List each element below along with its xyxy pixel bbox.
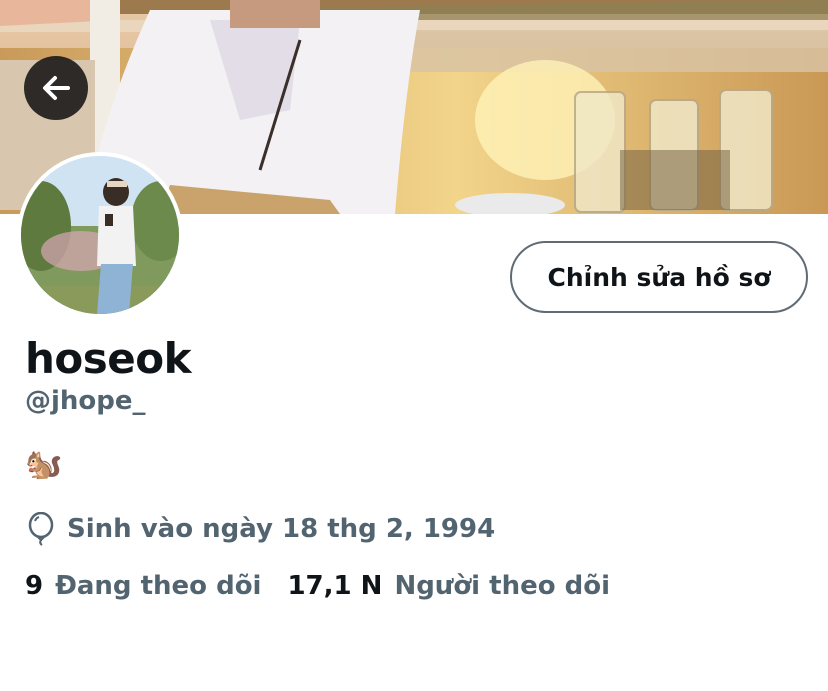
edit-profile-button[interactable]: Chỉnh sửa hồ sơ bbox=[510, 241, 808, 313]
follow-stats: 9 Đang theo dõi 17,1 N Người theo dõi bbox=[25, 571, 610, 601]
followers-label: Người theo dõi bbox=[394, 571, 611, 601]
avatar[interactable] bbox=[17, 152, 183, 318]
following-link[interactable]: 9 Đang theo dõi bbox=[25, 571, 261, 601]
back-button[interactable] bbox=[24, 56, 88, 120]
bio-text: 🐿️ bbox=[25, 448, 63, 481]
followers-link[interactable]: 17,1 N Người theo dõi bbox=[287, 571, 610, 601]
display-name: hoseok bbox=[25, 334, 192, 383]
following-count: 9 bbox=[25, 571, 44, 601]
birth-date-text: Sinh vào ngày 18 thg 2, 1994 bbox=[67, 514, 496, 544]
arrow-left-icon bbox=[43, 76, 70, 100]
following-label: Đang theo dõi bbox=[55, 571, 262, 601]
followers-count: 17,1 N bbox=[287, 571, 383, 601]
avatar-image bbox=[21, 156, 179, 314]
birth-date-row: Sinh vào ngày 18 thg 2, 1994 bbox=[25, 512, 495, 546]
username-handle: @jhope_ bbox=[25, 386, 146, 416]
balloon-icon bbox=[28, 512, 54, 546]
